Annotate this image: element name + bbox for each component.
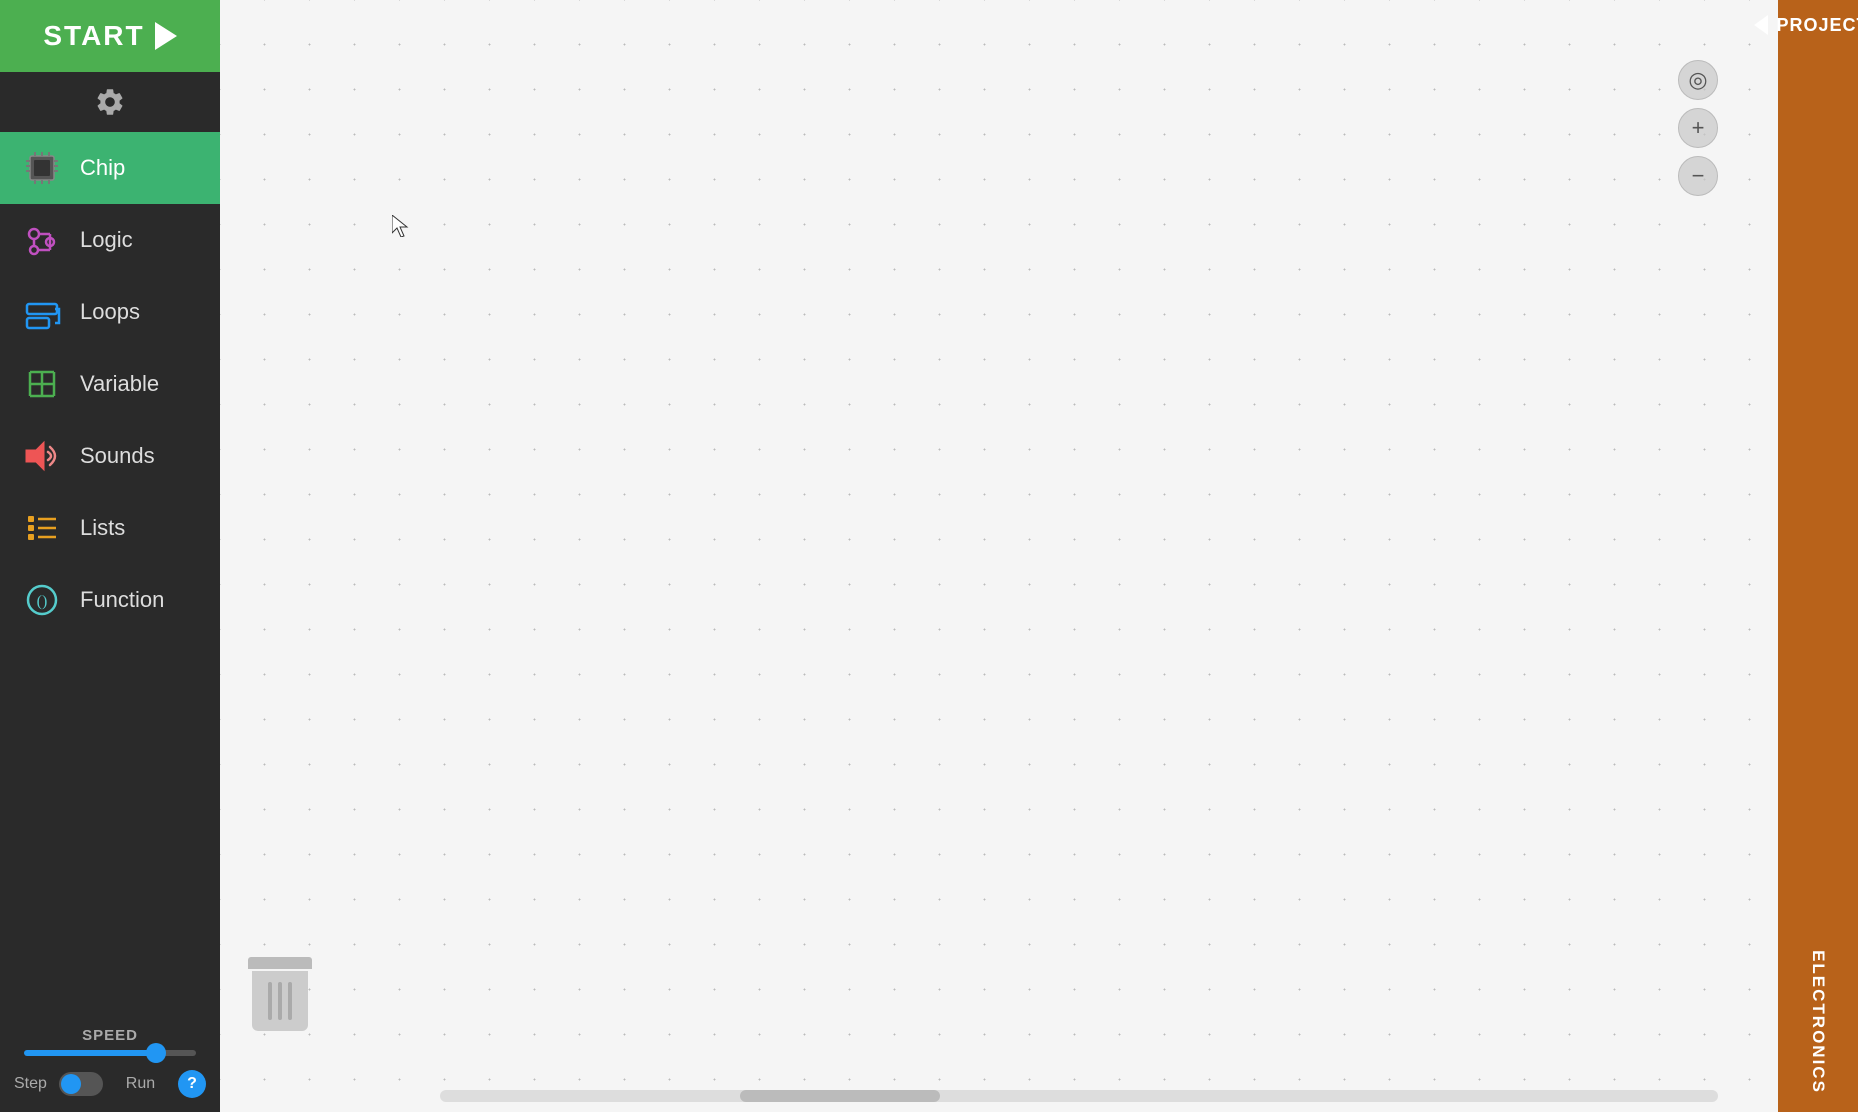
sidebar-item-label-function: Function — [80, 587, 164, 613]
trash-body — [252, 971, 308, 1031]
trash-line-2 — [278, 982, 282, 1020]
sidebar-item-label-chip: Chip — [80, 155, 125, 181]
settings-button[interactable] — [92, 84, 128, 120]
speed-label: SPEED — [20, 1027, 200, 1044]
speed-slider[interactable] — [24, 1050, 196, 1056]
step-label: Step — [14, 1075, 47, 1093]
speed-slider-row — [20, 1050, 200, 1056]
bottom-controls: Step Run ? — [0, 1064, 220, 1112]
canvas-scrollbar-thumb[interactable] — [740, 1090, 940, 1102]
sidebar-item-chip[interactable]: Chip — [0, 132, 220, 204]
trash-line-1 — [268, 982, 272, 1020]
locate-button[interactable]: ◎ — [1678, 60, 1718, 100]
sounds-icon — [20, 434, 64, 478]
chip-icon — [20, 146, 64, 190]
sidebar-item-label-lists: Lists — [80, 515, 125, 541]
sidebar-item-label-loops: Loops — [80, 299, 140, 325]
dot-grid — [220, 0, 1778, 1112]
help-button[interactable]: ? — [178, 1070, 206, 1098]
sidebar-item-lists[interactable]: Lists — [0, 492, 220, 564]
loops-icon — [20, 290, 64, 334]
sidebar-item-loops[interactable]: Loops — [0, 276, 220, 348]
settings-row — [0, 72, 220, 132]
logic-icon — [20, 218, 64, 262]
lists-icon — [20, 506, 64, 550]
sidebar-item-variable[interactable]: Variable — [0, 348, 220, 420]
start-button[interactable]: START — [0, 0, 220, 72]
function-icon: () — [20, 578, 64, 622]
trash-can[interactable] — [250, 957, 310, 1032]
right-panel: PROJECTS ELECTRONICS — [1778, 0, 1858, 1112]
sidebar-item-label-variable: Variable — [80, 371, 159, 397]
sidebar-item-sounds[interactable]: Sounds — [0, 420, 220, 492]
canvas-scrollbar[interactable] — [440, 1090, 1718, 1102]
run-label: Run — [115, 1075, 166, 1093]
canvas-controls: ◎ + − — [1678, 60, 1718, 196]
variable-icon — [20, 362, 64, 406]
start-label: START — [43, 20, 144, 52]
nav-items: Chip Logic — [0, 132, 220, 1017]
zoom-in-button[interactable]: + — [1678, 108, 1718, 148]
trash-line-3 — [288, 982, 292, 1020]
main-canvas[interactable]: ◎ + − — [220, 0, 1778, 1112]
trash-lid — [248, 957, 312, 969]
zoom-out-button[interactable]: − — [1678, 156, 1718, 196]
speed-section: SPEED — [0, 1017, 220, 1064]
svg-text:(): () — [37, 593, 48, 610]
gear-icon — [94, 86, 126, 118]
step-toggle[interactable] — [59, 1072, 103, 1096]
projects-tab[interactable]: PROJECTS — [1778, 0, 1858, 50]
sidebar-item-logic[interactable]: Logic — [0, 204, 220, 276]
electronics-tab[interactable]: ELECTRONICS — [1808, 950, 1828, 1094]
sidebar-item-label-sounds: Sounds — [80, 443, 155, 469]
sidebar: START — [0, 0, 220, 1112]
projects-arrow-icon — [1754, 15, 1768, 35]
sidebar-item-label-logic: Logic — [80, 227, 133, 253]
play-icon — [155, 22, 177, 50]
projects-label: PROJECTS — [1776, 15, 1858, 36]
sidebar-item-function[interactable]: () Function — [0, 564, 220, 636]
